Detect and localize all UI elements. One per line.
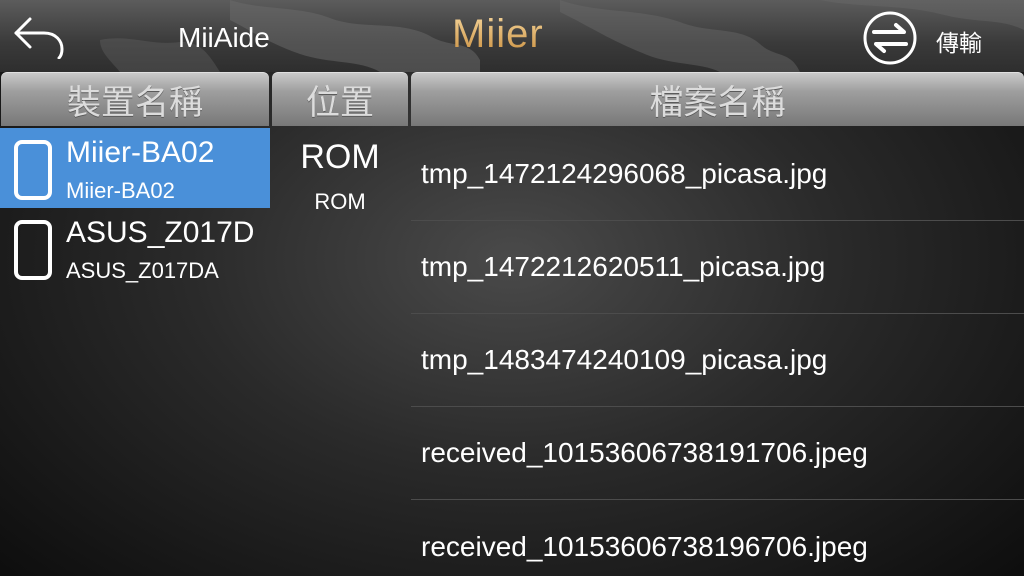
transfer-button[interactable] <box>860 10 920 66</box>
device-model: Miier-BA02 <box>66 178 175 203</box>
device-item[interactable]: ASUS_Z017D ASUS_Z017DA <box>0 208 270 288</box>
app-title: MiiAide <box>178 22 270 53</box>
back-button[interactable] <box>8 12 68 60</box>
column-header-device-name: 裝置名稱 <box>1 72 269 126</box>
top-bar: MiiAide Miier 傳輸 <box>0 0 1024 72</box>
storage-location[interactable]: ROM ROM <box>272 138 408 215</box>
column-header-location: 位置 <box>272 72 408 126</box>
phone-icon <box>14 140 52 200</box>
column-header-file-name: 檔案名稱 <box>411 72 1024 126</box>
device-model: ASUS_Z017DA <box>66 258 219 283</box>
file-item[interactable]: tmp_1483474240109_picasa.jpg <box>411 314 1024 407</box>
device-name: ASUS_Z017D <box>66 216 255 249</box>
device-name: Miier-BA02 <box>66 136 215 169</box>
back-arrow-icon <box>14 17 64 59</box>
phone-icon <box>14 220 52 280</box>
file-item[interactable]: received_10153606738191706.jpeg <box>411 407 1024 500</box>
file-list: tmp_1472124296068_picasa.jpg tmp_1472212… <box>411 128 1024 576</box>
device-item[interactable]: Miier-BA02 Miier-BA02 <box>0 128 270 208</box>
location-sub: ROM <box>314 189 366 214</box>
location-main: ROM <box>300 138 380 176</box>
file-item[interactable]: tmp_1472212620511_picasa.jpg <box>411 221 1024 314</box>
file-item[interactable]: received_10153606738196706.jpeg <box>411 500 1024 576</box>
device-list: Miier-BA02 Miier-BA02 ASUS_Z017D ASUS_Z0… <box>0 128 270 288</box>
transfer-arrows-icon <box>863 11 917 65</box>
transfer-label[interactable]: 傳輸 <box>936 24 982 58</box>
brand-logo: Miier <box>452 12 544 56</box>
file-item[interactable]: tmp_1472124296068_picasa.jpg <box>411 128 1024 221</box>
